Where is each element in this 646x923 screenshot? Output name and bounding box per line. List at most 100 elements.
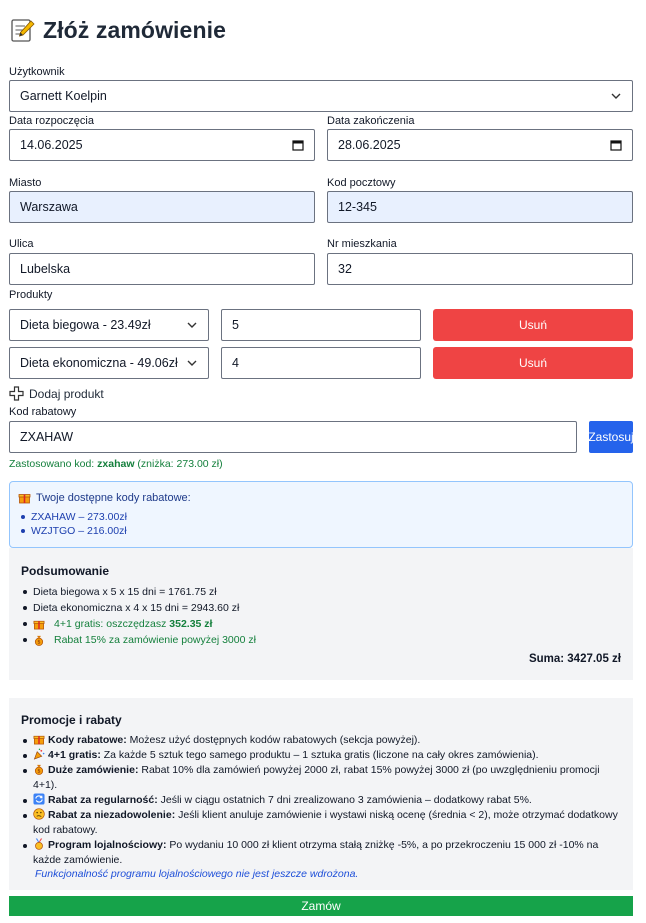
svg-text:$: $	[37, 769, 40, 775]
money-bag-icon: $	[34, 635, 44, 646]
apartment-value: 32	[338, 262, 352, 276]
applied-code: zxahaw	[97, 458, 135, 470]
applied-code-prefix: Zastosowano kod:	[9, 458, 95, 470]
money-bag-icon: $	[34, 764, 44, 775]
list-bullet	[23, 844, 27, 848]
summary-title: Podsumowanie	[21, 564, 110, 578]
promotion-item: Rabat za regularność: Jeśli w ciągu osta…	[23, 793, 623, 808]
apply-discount-button[interactable]: Zastosuj	[588, 421, 634, 453]
promotion-name: Duże zamówienie:	[48, 764, 139, 776]
start-date-label: Data rozpoczęcia	[9, 115, 94, 127]
promotions-title: Promocje i rabaty	[21, 713, 122, 727]
postal-code-input[interactable]: 12-345	[327, 191, 633, 223]
end-date-value: 28.06.2025	[338, 138, 401, 152]
promotion-item: 4+1 gratis: Za każde 5 sztuk tego samego…	[23, 748, 623, 763]
available-codes-list: ZXAHAW – 273.00zł WZJTGO – 216.00zł	[21, 510, 127, 538]
chevron-down-icon	[611, 93, 621, 99]
summary-line-text: 4+1 gratis: oszczędzasz	[54, 618, 170, 630]
product-select[interactable]: Dieta biegowa - 23.49zł	[9, 309, 209, 341]
remove-product-button[interactable]: Usuń	[433, 309, 633, 341]
list-bullet	[23, 739, 27, 743]
available-codes-title-row: Twoje dostępne kody rabatowe:	[18, 491, 191, 504]
product-select[interactable]: Dieta ekonomiczna - 49.06zł	[9, 347, 209, 379]
summary-list: Dieta biegowa x 5 x 15 dni = 1761.75 zł …	[23, 584, 256, 648]
available-codes-title: Twoje dostępne kody rabatowe:	[36, 491, 191, 504]
promotions-panel: Promocje i rabaty Kody rabatowe: Możesz …	[9, 698, 633, 890]
summary-line-text: Rabat 15% za zamówienie powyżej 3000 zł	[54, 634, 256, 646]
start-date-value: 14.06.2025	[20, 138, 83, 152]
calendar-icon[interactable]	[292, 139, 304, 151]
list-bullet	[23, 769, 27, 773]
promotion-text: Jeśli w ciągu ostatnich 7 dni zrealizowa…	[157, 794, 532, 806]
discount-code-input[interactable]: ZXAHAW	[9, 421, 577, 453]
postal-code-label: Kod pocztowy	[327, 177, 396, 189]
calendar-icon[interactable]	[610, 139, 622, 151]
confused-face-icon	[33, 808, 45, 820]
promotion-item: Program lojalnościowy: Po wydaniu 10 000…	[23, 838, 623, 868]
add-product-label: Dodaj produkt	[29, 386, 104, 401]
applied-code-suffix: (zniżka: 273.00 zł)	[137, 458, 223, 470]
list-bullet	[21, 515, 25, 519]
summary-line: Dieta biegowa x 5 x 15 dni = 1761.75 zł	[23, 584, 256, 600]
available-code-item: ZXAHAW – 273.00zł	[21, 510, 127, 524]
promotion-item: Rabat za niezadowolenie: Jeśli klient an…	[23, 808, 623, 838]
available-codes-box: Twoje dostępne kody rabatowe: ZXAHAW – 2…	[9, 481, 633, 548]
user-label: Użytkownik	[9, 66, 65, 78]
city-input[interactable]: Warszawa	[9, 191, 315, 223]
available-code-item: WZJTGO – 216.00zł	[21, 524, 127, 538]
promotion-name: Rabat za regularność:	[48, 794, 158, 806]
promotion-text: Za każde 5 sztuk tego samego produktu – …	[100, 749, 539, 761]
promotion-name: Program lojalnościowy:	[48, 839, 167, 851]
add-product-button[interactable]: Dodaj produkt	[9, 386, 104, 401]
promotion-text: Możesz użyć dostępnych kodów rabatowych …	[126, 734, 421, 746]
loyalty-program-note: Funkcjonalność programu lojalnościowego …	[35, 868, 359, 880]
products-label: Produkty	[9, 289, 53, 301]
list-bullet	[23, 799, 27, 803]
user-select-value: Garnett Koelpin	[20, 89, 107, 103]
page-title: Złóż zamówienie	[43, 16, 226, 43]
product-quantity-value: 5	[232, 318, 239, 332]
discount-code-label: Kod rabatowy	[9, 406, 77, 418]
list-bullet	[23, 814, 27, 818]
end-date-input[interactable]: 28.06.2025	[327, 129, 633, 161]
gift-icon	[18, 494, 31, 504]
promotion-item: Kody rabatowe: Możesz użyć dostępnych ko…	[23, 733, 623, 748]
city-label: Miasto	[9, 177, 42, 189]
chevron-down-icon	[187, 322, 197, 328]
submit-order-button[interactable]: Zamów	[9, 896, 633, 916]
street-value: Lubelska	[20, 262, 71, 276]
promotion-name: Kody rabatowe:	[48, 734, 127, 746]
promotion-name: Rabat za niezadowolenie:	[48, 809, 176, 821]
summary-total: Suma: 3427.05 zł	[528, 653, 621, 665]
summary-line: $ Rabat 15% za zamówienie powyżej 3000 z…	[23, 632, 256, 648]
start-date-input[interactable]: 14.06.2025	[9, 129, 315, 161]
street-input[interactable]: Lubelska	[9, 253, 315, 285]
summary-line-text: Dieta biegowa x 5 x 15 dni = 1761.75 zł	[33, 586, 217, 598]
promotion-item: $ Duże zamówienie: Rabat 10% dla zamówień…	[23, 763, 623, 793]
product-select-value: Dieta biegowa - 23.49zł	[20, 318, 151, 332]
list-bullet	[21, 529, 25, 533]
apartment-label: Nr mieszkania	[327, 238, 397, 250]
summary-line: 4+1 gratis: oszczędzasz 352.35 zł	[23, 616, 256, 632]
apartment-input[interactable]: 32	[327, 253, 633, 285]
product-select-value: Dieta ekonomiczna - 49.06zł	[20, 356, 178, 370]
applied-code-message: Zastosowano kod: zxahaw (zniżka: 273.00 …	[9, 458, 223, 470]
memo-icon	[11, 19, 35, 42]
product-quantity-input[interactable]: 5	[221, 309, 421, 341]
product-quantity-input[interactable]: 4	[221, 347, 421, 379]
gift-icon	[33, 620, 45, 630]
available-code-text: ZXAHAW – 273.00zł	[31, 511, 127, 523]
list-bullet	[23, 590, 27, 594]
svg-text:$: $	[37, 640, 40, 646]
list-bullet	[23, 622, 27, 626]
remove-product-button[interactable]: Usuń	[433, 347, 633, 379]
promotion-name: 4+1 gratis:	[48, 749, 101, 761]
list-bullet	[23, 754, 27, 758]
chevron-down-icon	[187, 360, 197, 366]
city-value: Warszawa	[20, 200, 78, 214]
user-select[interactable]: Garnett Koelpin	[9, 80, 633, 112]
product-quantity-value: 4	[232, 356, 239, 370]
medal-icon	[35, 838, 43, 850]
plus-icon	[9, 386, 24, 401]
gift-icon	[33, 735, 45, 745]
